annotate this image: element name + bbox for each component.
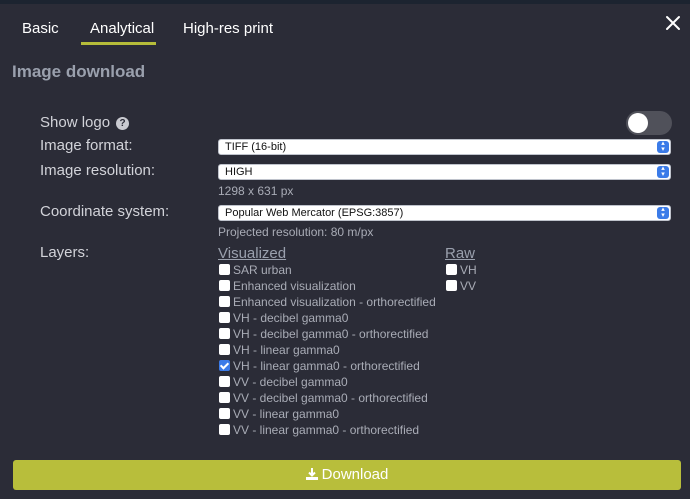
layer-checkbox[interactable]: [219, 344, 230, 355]
layer-label: VV: [460, 279, 477, 293]
close-icon[interactable]: [664, 14, 682, 32]
image-dimensions: 1298 x 631 px: [218, 184, 294, 198]
layer-option[interactable]: VV - decibel gamma0: [219, 375, 348, 391]
section-title: Image download: [12, 62, 146, 81]
help-icon[interactable]: ?: [116, 117, 130, 130]
layer-label: VV - decibel gamma0 - orthorectified: [233, 391, 428, 405]
show-logo-toggle[interactable]: [626, 111, 672, 135]
layer-checkbox[interactable]: [446, 280, 457, 291]
layer-checkbox[interactable]: [219, 312, 230, 323]
toggle-knob: [628, 113, 648, 133]
layer-option[interactable]: Enhanced visualization: [219, 279, 356, 295]
tab-basic[interactable]: Basic: [22, 20, 59, 37]
layer-option[interactable]: VH - linear gamma0 - orthorectified: [219, 359, 420, 375]
download-label: Download: [321, 466, 389, 483]
tab-high-res-print[interactable]: High-res print: [183, 20, 273, 37]
layer-option[interactable]: VV: [446, 279, 476, 295]
image-format-value: TIFF (16-bit): [225, 141, 287, 153]
layer-checkbox[interactable]: [219, 280, 230, 291]
coordinate-system-label: Coordinate system:: [40, 203, 170, 220]
layer-label: VH: [460, 263, 477, 277]
image-resolution-select[interactable]: HIGH ▴ ▾: [218, 164, 671, 180]
download-icon: [305, 468, 318, 480]
visualized-heading[interactable]: Visualized: [218, 245, 286, 262]
coordinate-system-select[interactable]: Popular Web Mercator (EPSG:3857) ▴ ▾: [218, 205, 671, 221]
layer-label: VH - decibel gamma0 - orthorectified: [233, 327, 429, 341]
layer-checkbox[interactable]: [446, 264, 457, 275]
layer-checkbox[interactable]: [219, 392, 230, 403]
layer-label: Enhanced visualization: [233, 279, 356, 293]
layer-option[interactable]: VV - decibel gamma0 - orthorectified: [219, 391, 428, 407]
layer-label: VH - linear gamma0: [233, 343, 340, 357]
image-format-label: Image format:: [40, 137, 133, 154]
layer-checkbox[interactable]: [219, 376, 230, 387]
layer-checkbox[interactable]: [219, 360, 230, 371]
image-resolution-label: Image resolution:: [40, 162, 156, 179]
layer-option[interactable]: SAR urban: [219, 263, 292, 279]
layer-checkbox[interactable]: [219, 408, 230, 419]
layer-option[interactable]: VH - linear gamma0: [219, 343, 340, 359]
image-format-select[interactable]: TIFF (16-bit) ▴ ▾: [218, 139, 671, 155]
layer-label: VV - linear gamma0: [233, 407, 340, 421]
show-logo-row: Show logo?: [40, 114, 130, 131]
show-logo-label: Show logo: [40, 114, 111, 131]
projected-resolution: Projected resolution: 80 m/px: [218, 225, 374, 239]
layer-option[interactable]: Enhanced visualization - orthorectified: [219, 295, 436, 311]
select-arrows-icon: ▴ ▾: [657, 140, 669, 153]
layer-option[interactable]: VV - linear gamma0 - orthorectified: [219, 423, 419, 439]
layer-option[interactable]: VV - linear gamma0: [219, 407, 339, 423]
layer-label: VV - decibel gamma0: [233, 375, 348, 389]
tab-bar: Basic Analytical High-res print: [0, 0, 690, 46]
layers-label: Layers:: [40, 244, 90, 261]
select-arrows-icon: ▴ ▾: [657, 165, 669, 178]
layer-checkbox[interactable]: [219, 296, 230, 307]
raw-heading[interactable]: Raw: [445, 245, 475, 262]
layer-option[interactable]: VH: [446, 263, 477, 279]
select-arrows-icon: ▴ ▾: [657, 206, 669, 219]
layer-label: VH - decibel gamma0: [233, 311, 349, 325]
download-button[interactable]: Download: [13, 460, 681, 490]
layer-option[interactable]: VH - decibel gamma0 - orthorectified: [219, 327, 428, 343]
layer-label: Enhanced visualization - orthorectified: [233, 295, 436, 309]
layer-label: SAR urban: [233, 263, 292, 277]
layer-label: VH - linear gamma0 - orthorectified: [233, 359, 420, 373]
layer-option[interactable]: VH - decibel gamma0: [219, 311, 348, 327]
coordinate-system-value: Popular Web Mercator (EPSG:3857): [225, 207, 404, 219]
active-tab-indicator: [81, 42, 156, 45]
layer-checkbox[interactable]: [219, 264, 230, 275]
image-resolution-value: HIGH: [225, 166, 253, 178]
layer-label: VV - linear gamma0 - orthorectified: [233, 423, 420, 437]
layer-checkbox[interactable]: [219, 328, 230, 339]
tab-analytical[interactable]: Analytical: [90, 20, 154, 37]
layer-checkbox[interactable]: [219, 424, 230, 435]
